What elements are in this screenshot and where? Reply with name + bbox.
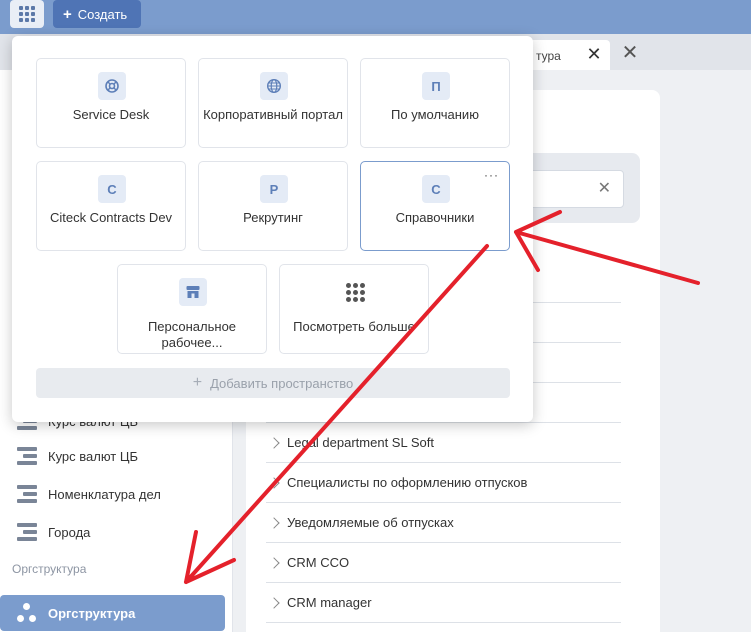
letter-r-icon: Р — [260, 175, 288, 203]
chevron-right-icon — [268, 556, 280, 569]
list-item[interactable]: CRM CCO — [266, 543, 621, 583]
add-space-label: Добавить пространство — [210, 375, 354, 391]
workspaces-popup: Service Desk Корпоративный портал П По у… — [12, 36, 533, 422]
add-space-button[interactable]: + Добавить пространство — [36, 368, 510, 398]
hierarchy-icon — [17, 523, 37, 541]
sidebar-item-cities[interactable]: Города — [0, 513, 233, 551]
workspace-card-corporate-portal[interactable]: Корпоративный портал — [198, 58, 348, 148]
create-button[interactable]: + Создать — [53, 0, 141, 28]
clear-icon[interactable]: ✕ — [598, 180, 611, 198]
top-bar: + Создать — [0, 0, 751, 34]
workspace-card-default[interactable]: П По умолчанию — [360, 58, 510, 148]
list-item[interactable]: Уведомляемые об отпусках — [266, 503, 621, 543]
workspace-card-label: Персональное рабочее... — [147, 319, 237, 350]
workspace-card-label: Citeck Contracts Dev — [49, 210, 173, 225]
chevron-right-icon — [268, 516, 280, 529]
list-item-label: CRM manager — [287, 595, 372, 610]
create-button-label: Создать — [77, 6, 128, 22]
lifebuoy-icon — [98, 72, 126, 100]
workspace-card-label: По умолчанию — [391, 107, 479, 122]
globe-icon — [260, 72, 288, 100]
workspace-card-service-desk[interactable]: Service Desk — [36, 58, 186, 148]
workspace-card-label: Service Desk — [72, 107, 150, 122]
workspace-card-personal[interactable]: Персональное рабочее... — [117, 264, 267, 354]
apps-menu-button[interactable] — [10, 0, 44, 28]
workspace-card-label: Справочники — [395, 210, 475, 225]
workspace-card-citeck-contracts[interactable]: C Citeck Contracts Dev — [36, 161, 186, 251]
dots-grid-icon — [341, 278, 369, 306]
tab-label: тура — [536, 49, 561, 63]
list-item-label: Legal department SL Soft — [287, 435, 434, 450]
sidebar-item-label: Оргструктура — [48, 605, 136, 621]
chevron-right-icon — [268, 436, 280, 449]
store-icon — [179, 278, 207, 306]
chevron-right-icon — [268, 596, 280, 609]
sidebar-item-label: Номенклатура дел — [48, 486, 161, 502]
plus-icon: + — [192, 374, 203, 391]
sidebar-item-nomenclature[interactable]: Номенклатура дел — [0, 475, 233, 513]
close-all-tabs-icon[interactable]: ✕ — [620, 43, 640, 63]
list-item-label: Специалисты по оформлению отпусков — [287, 475, 528, 490]
list-item[interactable]: Специалисты по оформлению отпусков — [266, 463, 621, 503]
sidebar-item-orgstructure[interactable]: Оргструктура — [0, 595, 225, 631]
sidebar-item-label: Города — [48, 524, 91, 540]
hierarchy-icon — [17, 447, 37, 465]
letter-c-icon: С — [422, 175, 450, 203]
workspace-card-recruiting[interactable]: Р Рекрутинг — [198, 161, 348, 251]
close-icon[interactable]: ✕ — [585, 45, 603, 63]
chevron-right-icon — [268, 476, 280, 489]
letter-p-icon: П — [422, 72, 450, 100]
workspace-card-see-more[interactable]: Посмотреть больше — [279, 264, 429, 354]
list-item[interactable]: CRM manager — [266, 583, 621, 623]
letter-c-icon: C — [98, 175, 126, 203]
list-item-label: Уведомляемые об отпусках — [287, 515, 454, 530]
hierarchy-icon — [17, 485, 37, 503]
workspace-card-directories[interactable]: ··· С Справочники — [360, 161, 510, 251]
sidebar-item-label: Курс валют ЦБ — [48, 448, 139, 464]
org-structure-icon — [17, 603, 37, 623]
list-item-label: CRM CCO — [287, 555, 350, 570]
apps-grid-icon — [19, 6, 35, 22]
workspace-card-label: Корпоративный портал — [203, 107, 343, 122]
sidebar-item-currency[interactable]: Курс валют ЦБ — [0, 437, 233, 475]
workspace-card-label: Посмотреть больше — [293, 319, 415, 334]
workspace-card-label: Рекрутинг — [243, 210, 303, 225]
sidebar-section-title: Оргструктура — [12, 562, 87, 576]
plus-icon: + — [63, 5, 72, 23]
list-item[interactable]: Legal department SL Soft — [266, 423, 621, 463]
more-options-icon[interactable]: ··· — [484, 168, 499, 182]
